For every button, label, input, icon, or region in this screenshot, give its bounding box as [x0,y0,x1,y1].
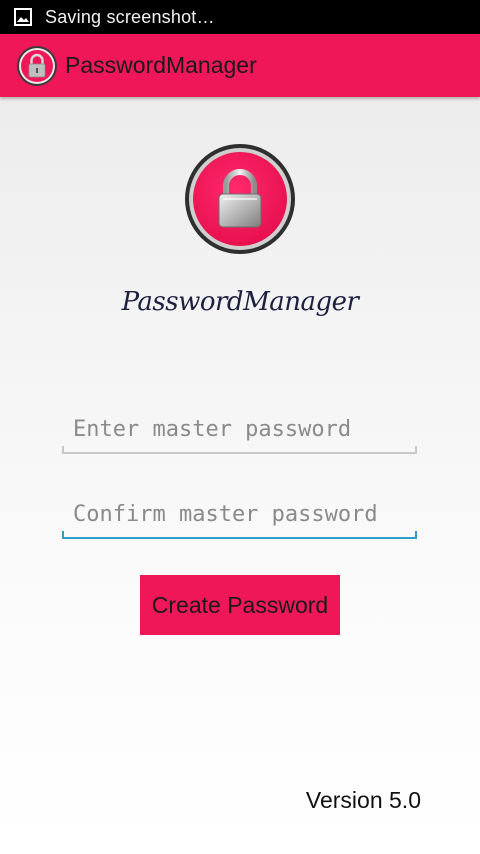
action-bar: PasswordManager [0,34,480,97]
create-password-button[interactable]: Create Password [140,575,340,635]
app-title: PasswordManager [65,52,257,78]
lock-icon [185,144,295,254]
status-text: Saving screenshot… [45,6,215,27]
lock-icon[interactable] [16,45,58,87]
master-password-input[interactable] [62,404,417,454]
confirm-password-underline [62,537,417,539]
confirm-password-underline-left [62,531,64,538]
master-password-underline-right [415,446,417,453]
confirm-password-input[interactable] [62,489,417,539]
master-password-underline [62,452,417,454]
image-icon [14,8,32,26]
brand-text: PasswordManager [121,287,359,317]
master-password-underline-left [62,446,64,453]
status-bar: Saving screenshot… [0,0,480,34]
version-label: Version 5.0 [305,787,421,813]
confirm-password-underline-right [415,531,417,538]
